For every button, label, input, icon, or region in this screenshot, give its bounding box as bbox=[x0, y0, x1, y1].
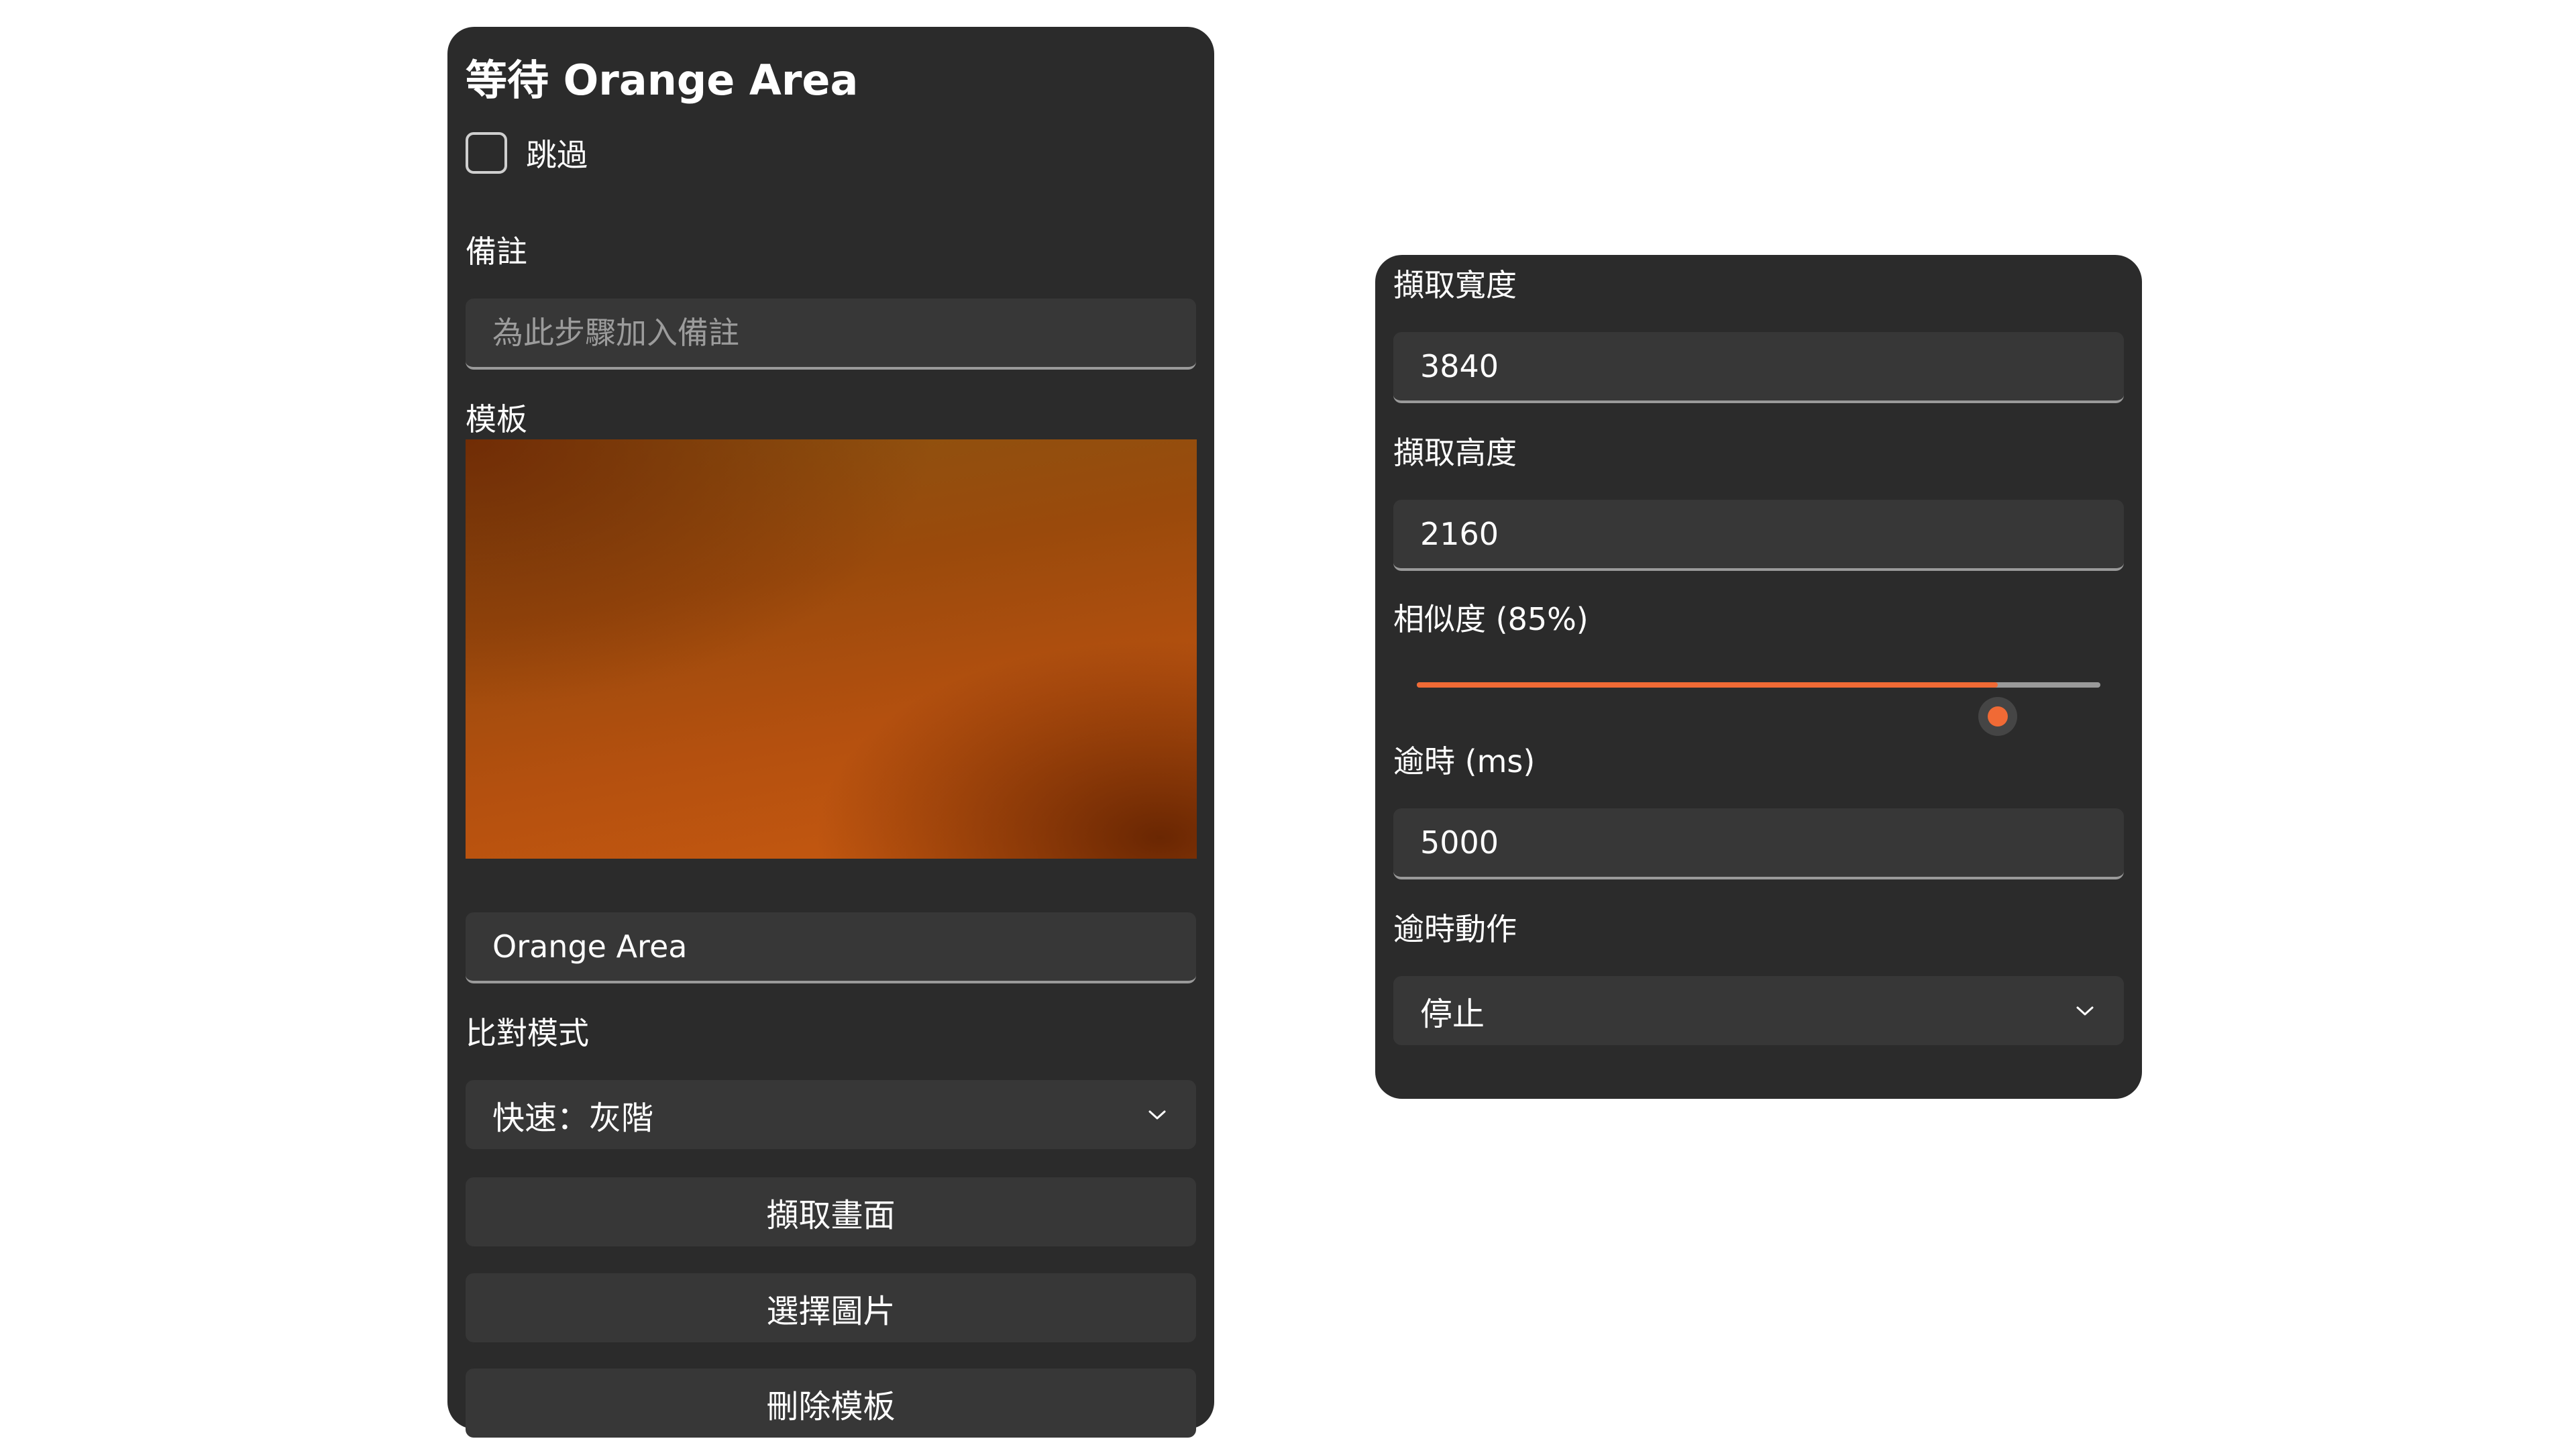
capture-height-value: 2160 bbox=[1420, 516, 1499, 552]
capture-height-label: 擷取高度 bbox=[1393, 435, 1517, 471]
capture-settings-panel: 擷取寬度 3840 擷取高度 2160 相似度 (85%) 逾時 (ms) 50… bbox=[1375, 255, 2142, 1099]
chevron-down-icon bbox=[2073, 999, 2097, 1023]
capture-screen-button[interactable]: 擷取畫面 bbox=[466, 1177, 1196, 1246]
timeout-field[interactable]: 5000 bbox=[1393, 808, 2124, 879]
capture-width-value: 3840 bbox=[1420, 348, 1499, 384]
template-name-value: Orange Area bbox=[492, 928, 688, 965]
capture-height-field[interactable]: 2160 bbox=[1393, 500, 2124, 571]
compare-mode-value: 快速：灰階 bbox=[492, 1099, 654, 1137]
note-input[interactable] bbox=[492, 315, 1196, 351]
skip-label: 跳過 bbox=[526, 137, 588, 173]
chevron-down-icon bbox=[1145, 1103, 1169, 1127]
choose-image-button[interactable]: 選擇圖片 bbox=[466, 1273, 1196, 1342]
capture-width-label: 擷取寬度 bbox=[1393, 267, 1517, 303]
skip-option[interactable]: 跳過 bbox=[466, 131, 588, 175]
timeout-action-select[interactable]: 停止 bbox=[1393, 976, 2124, 1045]
similarity-label: 相似度 (85%) bbox=[1393, 601, 1589, 637]
wait-step-panel: 等待 Orange Area 跳過 備註 模板 Orange Area 比對模式… bbox=[447, 27, 1214, 1438]
timeout-value: 5000 bbox=[1420, 824, 1499, 861]
step-title: 等待 Orange Area bbox=[466, 56, 859, 105]
timeout-action-value: 停止 bbox=[1420, 995, 1485, 1033]
compare-mode-label: 比對模式 bbox=[466, 1015, 589, 1051]
compare-mode-select[interactable]: 快速：灰階 bbox=[466, 1080, 1196, 1149]
skip-checkbox[interactable] bbox=[466, 132, 507, 174]
template-label: 模板 bbox=[466, 401, 527, 437]
timeout-label: 逾時 (ms) bbox=[1393, 743, 1536, 780]
slider-thumb[interactable] bbox=[1978, 697, 2018, 736]
template-name-field[interactable]: Orange Area bbox=[466, 912, 1196, 983]
similarity-slider[interactable] bbox=[1393, 651, 2124, 736]
template-image bbox=[466, 439, 1197, 859]
slider-fill bbox=[1417, 682, 1998, 688]
note-label: 備註 bbox=[466, 233, 527, 270]
slider-track bbox=[1417, 682, 2100, 736]
timeout-action-label: 逾時動作 bbox=[1393, 911, 1517, 947]
delete-template-button[interactable]: 刪除模板 bbox=[466, 1368, 1196, 1438]
note-field[interactable] bbox=[466, 299, 1196, 370]
capture-width-field[interactable]: 3840 bbox=[1393, 332, 2124, 403]
